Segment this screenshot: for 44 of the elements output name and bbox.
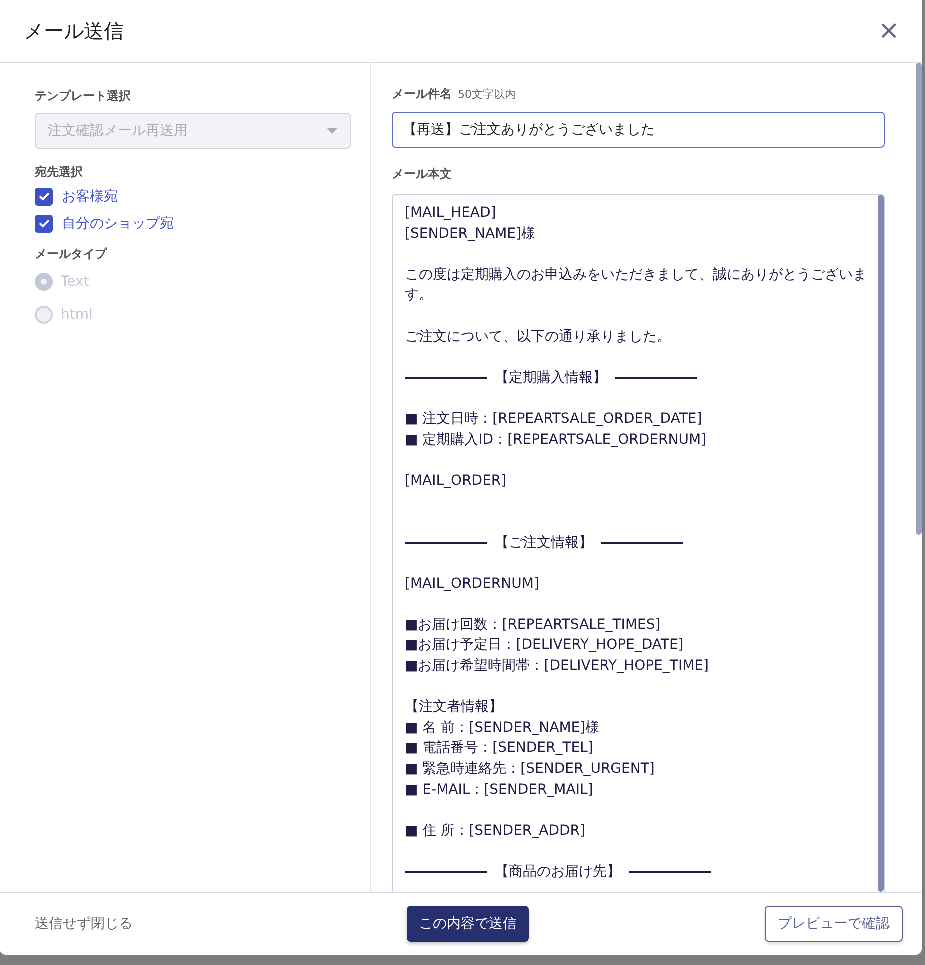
body-text-line: 【注文者情報】 <box>405 698 504 718</box>
body-text-line: ご注文について、以下の通り承りました。 <box>405 328 672 347</box>
section-heading: 【定期購入情報】 <box>495 368 607 388</box>
caret-icon <box>327 128 338 134</box>
body-text-line: ■ 住 所：[SENDER_ADDR] <box>405 822 586 841</box>
body-text-line: この度は定期購入のお申込みをいただきまして、誠にありがとうございます。 <box>405 266 868 306</box>
radio-label: Text <box>61 274 90 290</box>
body-text-line: ■ 注文日時：[REPEARTSALE_ORDER_DATE] <box>405 410 704 429</box>
mail-body-field[interactable] <box>392 194 885 892</box>
body-text-line: ■ 緊急時連絡先：[SENDER_URGENT] <box>405 760 656 780</box>
char-limit-hint: 50文字以内 <box>458 87 516 102</box>
checkbox-label: お客様宛 <box>62 188 118 206</box>
section-heading: 【商品のお届け先】 <box>495 863 621 882</box>
check-icon <box>38 219 50 228</box>
preview-button[interactable]: プレビューで確認 <box>765 906 903 942</box>
field-label: メール本文 <box>392 166 453 183</box>
field-label: 宛先選択 <box>35 164 84 181</box>
body-text-line: ■お届け予定日：[DELIVERY_HOPE_DATE] <box>405 636 685 656</box>
body-text-line: ■ 定期購入ID：[REPEARTSALE_ORDERNUM] <box>405 430 708 450</box>
field-label: メール件名 <box>392 86 452 103</box>
body-text-line: ■ 電話番号：[SENDER_TEL] <box>405 739 594 758</box>
checkbox[interactable] <box>35 188 53 206</box>
scrollbar[interactable] <box>916 63 922 535</box>
checkbox-label: 自分のショップ宛 <box>62 214 174 232</box>
send-button[interactable]: この内容で送信 <box>407 906 529 942</box>
subject-field[interactable]: 【再送】ご注文ありがとうございました <box>392 112 885 148</box>
scrollbar[interactable] <box>878 195 884 892</box>
body-text-line: ■ E-MAIL：[SENDER_MAIL] <box>405 780 594 800</box>
check-icon <box>38 192 50 201</box>
body-text-line: ■お届け希望時間帯：[DELIVERY_HOPE_TIME] <box>405 657 710 676</box>
field-label: メールタイプ <box>35 246 108 263</box>
dialog-title: メール送信 <box>24 18 124 44</box>
body-text-line: ■お届け回数：[REPEARTSALE_TIMES] <box>405 616 662 635</box>
body-text-line: ■ 名 前：[SENDER_NAME]様 <box>405 718 601 738</box>
field-label: テンプレート選択 <box>35 88 132 105</box>
body-text-line: [MAIL_ORDERNUM] <box>405 574 540 594</box>
radio-label: html <box>61 306 93 322</box>
body-text-line: [SENDER_NAME]様 <box>405 224 536 244</box>
close-link[interactable]: 送信せず閉じる <box>35 915 133 933</box>
body-text-line: [MAIL_HEAD] <box>405 204 498 223</box>
section-heading: 【ご注文情報】 <box>495 534 593 552</box>
body-text-line: [MAIL_ORDER] <box>405 472 508 491</box>
close-button[interactable]: × <box>878 18 900 44</box>
checkbox[interactable] <box>35 214 53 232</box>
